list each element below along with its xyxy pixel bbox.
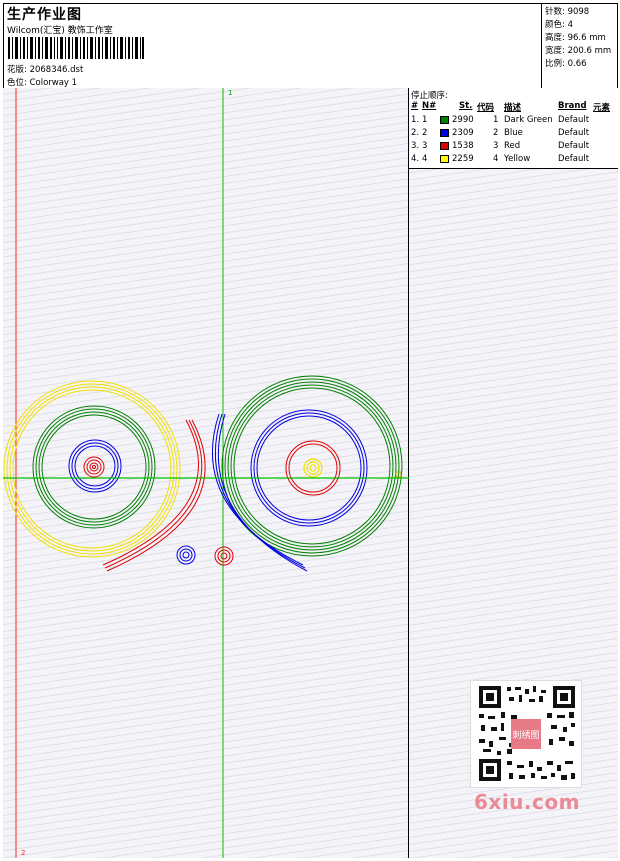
design-value: 2068346.dst: [29, 65, 84, 75]
design-label: 花版:: [7, 65, 27, 75]
col-header-element: 元素: [593, 103, 611, 113]
color-swatch: [440, 142, 449, 150]
col-header-code: 代码: [477, 103, 495, 113]
col-header-num: #: [411, 101, 419, 111]
color-swatch: [440, 155, 449, 163]
colorway-value: Colorway 1: [29, 78, 78, 88]
right-eye-blue-rings: [250, 409, 368, 527]
table-row[interactable]: 4. 4 2259 4 Yellow Default: [409, 154, 618, 167]
table-row[interactable]: 3. 3 1538 3 Red Default: [409, 141, 618, 154]
col-header-brand: Brand: [558, 101, 587, 111]
spec-scale: 比例: 0.66: [545, 59, 587, 69]
stamp-seal-text: 刺绣图: [512, 729, 539, 741]
table-row[interactable]: 1. 1 2990 1 Dark Green Default: [409, 115, 618, 128]
specs-box: 针数: 9098 颜色: 4 高度: 96.6 mm 宽度: 200.6 mm …: [541, 3, 618, 89]
left-eye-red-center: [83, 456, 105, 478]
stop-sequence-title: 停止顺序:: [411, 91, 448, 101]
guide-label-2: 2: [21, 849, 25, 857]
red-beak-arc: [102, 419, 206, 572]
studio-name: Wilcom(汇宝) 教饰工作室: [7, 26, 113, 36]
embroidery-preview: 1 2: [3, 88, 409, 858]
left-eye-yellow-rings: [3, 380, 181, 558]
table-row[interactable]: 2. 2 2309 2 Blue Default: [409, 128, 618, 141]
page-title: 生产作业图: [7, 7, 82, 23]
color-swatch: [440, 116, 449, 124]
small-red-dot: [214, 546, 234, 566]
color-swatch: [440, 129, 449, 137]
right-eye-red-ring: [285, 440, 341, 496]
left-eye-green-rings: [32, 405, 156, 529]
small-blue-dot: [176, 545, 196, 565]
col-header-n: N#: [422, 101, 437, 111]
right-eye-yellow-center: [303, 458, 323, 478]
col-header-stitches: St.: [459, 101, 473, 111]
colorway: 色位: Colorway 1: [7, 76, 77, 88]
spec-colors: 颜色: 4: [545, 20, 573, 30]
watermark-logo: 6xiu.com: [474, 790, 580, 814]
design-canvas[interactable]: 1 2: [3, 88, 409, 858]
design-file: 花版: 2068346.dst: [7, 63, 83, 75]
barcode-icon: [8, 37, 144, 59]
col-header-desc: 描述: [504, 103, 522, 113]
spec-height: 高度: 96.6 mm: [545, 33, 606, 43]
colorway-label: 色位:: [7, 78, 27, 88]
stop-sequence-box: 停止顺序: # N# St. 代码 描述 Brand 元素 1. 1 2990 …: [409, 88, 618, 169]
spec-stitches: 针数: 9098: [545, 7, 590, 17]
qr-code-icon: 刺绣图: [470, 680, 582, 788]
spec-width: 宽度: 200.6 mm: [545, 46, 612, 56]
header: 生产作业图 Wilcom(汇宝) 教饰工作室 花版: 2068346.dst 色…: [3, 3, 618, 89]
guide-label-1: 1: [228, 89, 232, 97]
